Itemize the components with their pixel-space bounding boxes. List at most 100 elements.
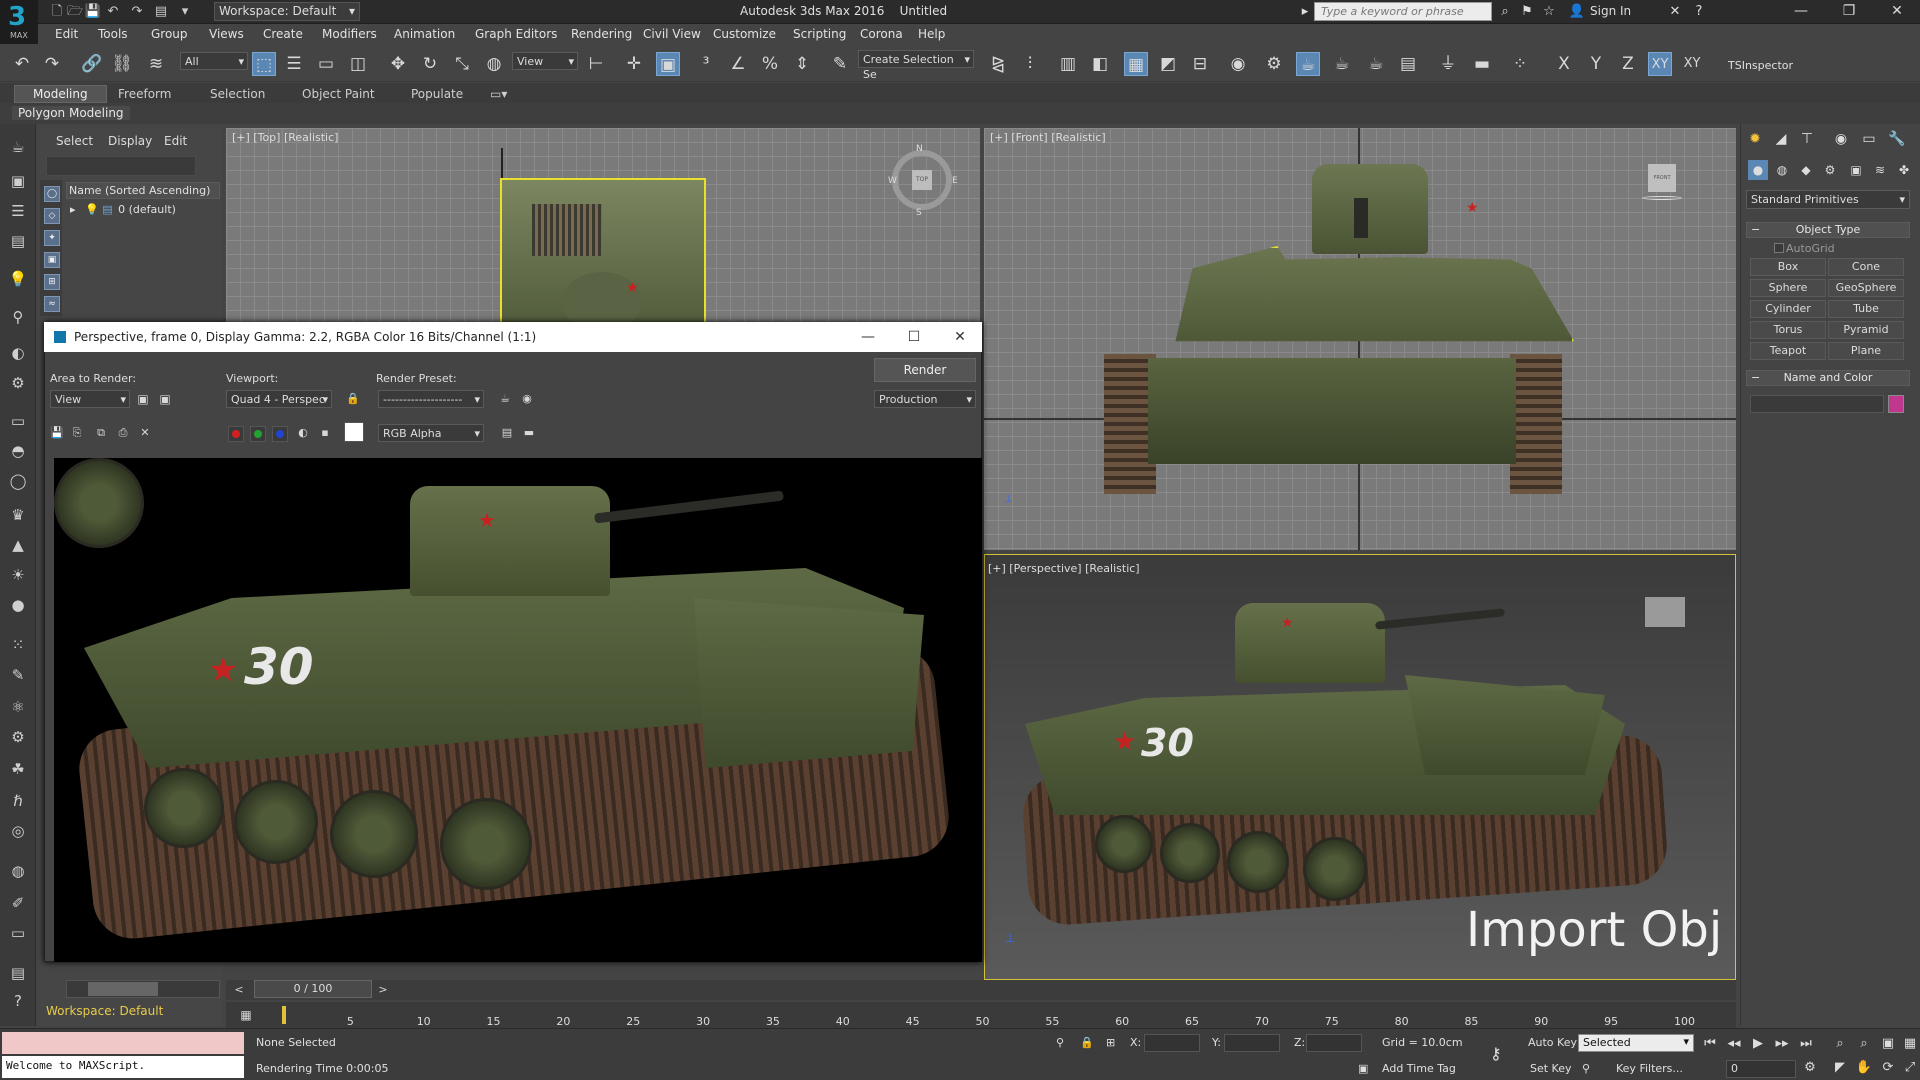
ribbon-options-icon[interactable]: ▭▾: [490, 87, 507, 101]
place-icon[interactable]: ◍: [482, 52, 506, 76]
keyboard-shortcut-icon[interactable]: ▣: [656, 52, 680, 76]
helpers-category-icon[interactable]: ▣: [1846, 160, 1866, 180]
app-menu-button[interactable]: 3 MAX: [0, 0, 38, 44]
tsinspector-button[interactable]: TSInspector: [1728, 59, 1793, 72]
menu-create[interactable]: Create: [263, 27, 303, 41]
menu-civil-view[interactable]: Civil View: [643, 27, 701, 41]
ribbon-tab-selection[interactable]: Selection: [210, 87, 265, 101]
workspace-dropdown[interactable]: Workspace: Default: [214, 2, 360, 21]
object-color-swatch[interactable]: [1888, 395, 1904, 413]
toggle-ui-icon[interactable]: ▤: [498, 424, 516, 442]
axis-xy-button[interactable]: XY: [1648, 52, 1672, 76]
menu-animation[interactable]: Animation: [394, 27, 455, 41]
ball-icon[interactable]: ●: [6, 594, 30, 616]
menu-group[interactable]: Group: [151, 27, 188, 41]
time-slider[interactable]: 0 / 100: [254, 980, 372, 998]
hemisphere-icon[interactable]: ◓: [6, 440, 30, 462]
filter-cameras-icon[interactable]: ▣: [44, 252, 60, 268]
x-coordinate-input[interactable]: [1144, 1034, 1200, 1052]
menu-edit[interactable]: Edit: [55, 27, 78, 41]
monitor-icon[interactable]: ▭: [6, 922, 30, 944]
orbit-icon[interactable]: ⟳: [1878, 1058, 1898, 1078]
toggle-overlay-icon[interactable]: ▬: [520, 424, 538, 442]
render-window-close-button[interactable]: ✕: [938, 322, 982, 352]
menu-help[interactable]: Help: [918, 27, 945, 41]
zoom-extents-all-icon[interactable]: ▦: [1900, 1034, 1920, 1054]
front-viewport-label[interactable]: [+] [Front] [Realistic]: [990, 131, 1106, 144]
filter-spacewarps-icon[interactable]: ≈: [44, 296, 60, 312]
move-icon[interactable]: ✥: [386, 52, 410, 76]
lock-icon[interactable]: 🔒: [344, 390, 362, 408]
scene-layer-row[interactable]: ▸ 💡 ▤ 0 (default): [66, 201, 220, 218]
menu-views[interactable]: Views: [209, 27, 244, 41]
display-tab-icon[interactable]: ▭: [1858, 128, 1880, 150]
filter-helpers-icon[interactable]: ⊞: [44, 274, 60, 290]
autogrid-checkbox[interactable]: [1774, 243, 1784, 253]
y-coordinate-input[interactable]: [1224, 1034, 1280, 1052]
atom-icon[interactable]: ⚛: [6, 696, 30, 718]
ribbon-tab-modeling[interactable]: Modeling: [14, 85, 107, 103]
hierarchy-tab-icon[interactable]: ⊤: [1796, 128, 1818, 150]
set-key-icon[interactable]: ⚲: [1582, 1062, 1590, 1075]
select-object-icon[interactable]: ⬚: [252, 52, 276, 76]
spacewarp-icon[interactable]: ⚙: [6, 372, 30, 394]
add-time-tag-icon[interactable]: ▣: [1358, 1062, 1368, 1075]
graphite-toggle-icon[interactable]: ◧: [1088, 52, 1112, 76]
workspace-label[interactable]: Workspace: Default: [46, 1004, 163, 1018]
list-icon[interactable]: ☰: [6, 200, 30, 222]
background-color-swatch[interactable]: [344, 422, 364, 442]
clear-icon[interactable]: ✕: [136, 424, 154, 442]
camera-icon[interactable]: ⚲: [6, 306, 30, 328]
shell-icon[interactable]: ◎: [6, 820, 30, 842]
scene-column-header[interactable]: Name (Sorted Ascending): [66, 182, 220, 199]
clone-window-icon[interactable]: ⧉: [92, 424, 110, 442]
cone-icon[interactable]: ▲: [6, 534, 30, 556]
blue-channel-toggle[interactable]: [272, 426, 288, 442]
render-button[interactable]: Render: [874, 358, 976, 382]
undo-icon[interactable]: ↶: [10, 52, 34, 76]
manipulate-icon[interactable]: ✛: [622, 52, 646, 76]
production-dropdown[interactable]: Production: [874, 390, 976, 408]
maxscript-listener-input[interactable]: [2, 1032, 244, 1054]
selection-filter-dropdown[interactable]: All: [180, 52, 248, 70]
play-icon[interactable]: ▶: [1748, 1034, 1768, 1054]
go-to-start-icon[interactable]: ⏮: [1700, 1034, 1720, 1054]
filter-shapes-icon[interactable]: ◇: [44, 208, 60, 224]
render-iterative-icon[interactable]: ☕: [1364, 52, 1388, 76]
menu-rendering[interactable]: Rendering: [571, 27, 632, 41]
render-production-icon[interactable]: ☕: [1330, 52, 1354, 76]
hair-icon[interactable]: ℏ: [6, 790, 30, 812]
top-viewport[interactable]: ★ TOP N S W E: [226, 128, 980, 326]
next-frame-icon[interactable]: ▸▸: [1772, 1034, 1792, 1054]
render-window-maximize-button[interactable]: ☐: [892, 322, 936, 352]
paint-icon[interactable]: ✎: [6, 664, 30, 686]
spacewarps-category-icon[interactable]: ≋: [1870, 160, 1890, 180]
z-coordinate-input[interactable]: [1306, 1034, 1362, 1052]
modify-tab-icon[interactable]: ◢: [1770, 128, 1792, 150]
render-in-cloud-icon[interactable]: ▤: [1396, 52, 1420, 76]
filter-lights-icon[interactable]: ✦: [44, 230, 60, 246]
render-preset-dropdown[interactable]: --------------------: [378, 390, 484, 408]
globe-icon[interactable]: ◍: [6, 860, 30, 882]
particle-icon[interactable]: ⁘: [1508, 52, 1532, 76]
layers-icon[interactable]: ▤: [6, 230, 30, 252]
geosphere-button[interactable]: GeoSphere: [1828, 279, 1904, 297]
scene-tab-display[interactable]: Display: [108, 134, 152, 148]
ribbon-tab-populate[interactable]: Populate: [411, 87, 463, 101]
new-file-icon[interactable]: 🗋: [48, 3, 66, 21]
pan-icon[interactable]: ✋: [1854, 1058, 1874, 1078]
zoom-extents-icon[interactable]: ▣: [1878, 1034, 1898, 1054]
axis-x-button[interactable]: X: [1552, 52, 1576, 76]
reference-coord-dropdown[interactable]: View: [512, 52, 578, 70]
viewcube-top-face[interactable]: TOP: [912, 170, 932, 190]
next-frame-arrow-icon[interactable]: >: [374, 981, 392, 999]
edit-region-icon[interactable]: ▣: [134, 390, 152, 408]
rail-clone-icon[interactable]: ⏚: [1436, 52, 1460, 76]
systems-category-icon[interactable]: ✤: [1894, 160, 1914, 180]
cone-button[interactable]: Cone: [1828, 258, 1904, 276]
sign-in-link[interactable]: Sign In: [1590, 4, 1631, 18]
redo-icon[interactable]: ↷: [128, 3, 146, 21]
crown-icon[interactable]: ♛: [6, 504, 30, 526]
menu-tools[interactable]: Tools: [98, 27, 128, 41]
print-icon[interactable]: ⎙: [114, 424, 132, 442]
